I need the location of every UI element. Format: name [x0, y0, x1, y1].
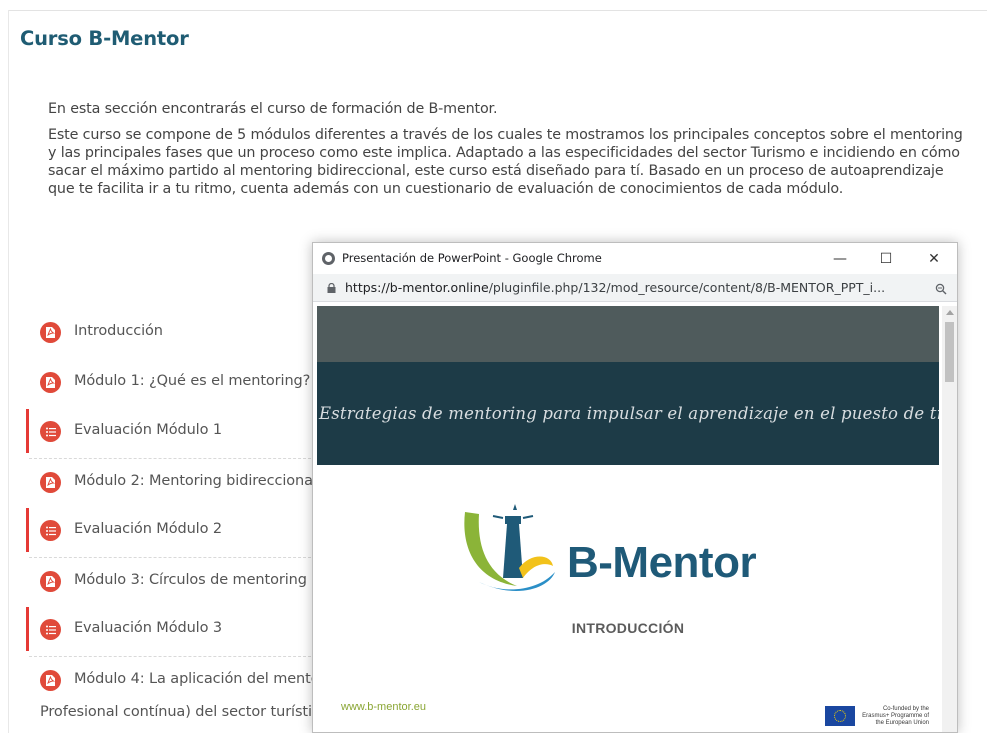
activity-divider — [29, 458, 316, 459]
chrome-popup-window[interactable]: Presentación de PowerPoint - Google Chro… — [312, 242, 958, 733]
section-left-border — [8, 10, 9, 733]
logo-wordmark: B-Mentor — [567, 538, 757, 587]
section-top-border — [8, 10, 987, 11]
address-bar[interactable]: https://b-mentor.online/pluginfile.php/1… — [313, 274, 957, 302]
window-title: Presentación de PowerPoint - Google Chro… — [342, 251, 602, 265]
pdf-icon — [40, 670, 61, 691]
pdf-icon — [40, 372, 61, 393]
slide-footer-url: www.b-mentor.eu — [341, 701, 426, 713]
activity-divider — [29, 656, 316, 657]
quiz-icon — [40, 520, 61, 541]
course-page: Curso B-Mentor En esta sección encontrar… — [0, 0, 987, 733]
chrome-icon — [322, 252, 335, 265]
lighthouse-logo-icon — [464, 504, 555, 591]
slide-subtitle: Estrategias de mentoring para impulsar e… — [319, 404, 939, 423]
activity-link[interactable]: Módulo 1: ¿Qué es el mentoring? — [74, 373, 310, 389]
activity-link[interactable]: Introducción — [74, 323, 163, 339]
section-summary: En esta sección encontrarás el curso de … — [48, 100, 968, 206]
pdf-icon — [40, 322, 61, 343]
vertical-scrollbar[interactable] — [942, 306, 957, 732]
url-host: https://b-mentor.online — [345, 280, 489, 295]
section-title: Curso B-Mentor — [20, 27, 189, 50]
url-text[interactable]: https://b-mentor.online/pluginfile.php/1… — [345, 280, 915, 295]
activity-link[interactable]: Evaluación Módulo 3 — [74, 620, 222, 636]
eu-cofunding-logo: Co-funded by the Erasmus+ Programme of t… — [825, 706, 929, 730]
summary-paragraph-1: En esta sección encontrarás el curso de … — [48, 101, 498, 117]
activity-link[interactable]: Módulo 4: La aplicación del mentoring — [74, 671, 348, 687]
eu-cofunding-text: Co-funded by the Erasmus+ Programme of t… — [862, 706, 929, 726]
document-viewport[interactable]: Estrategias de mentoring para impulsar e… — [317, 306, 939, 732]
lock-icon — [327, 283, 336, 293]
close-button[interactable]: ✕ — [911, 243, 957, 274]
activity-link[interactable]: Evaluación Módulo 1 — [74, 422, 222, 438]
activity-divider — [29, 557, 316, 558]
activity-evaluacion-1[interactable]: Evaluación Módulo 1 — [26, 409, 316, 459]
eu-flag-icon — [825, 706, 855, 726]
activity-introduccion[interactable]: Introducción — [26, 310, 316, 354]
activity-modulo-2[interactable]: Módulo 2: Mentoring bidireccional — [26, 460, 317, 504]
activity-label-continuation[interactable]: Profesional contínua) del sector turísti… — [40, 704, 329, 720]
b-mentor-logo: B-Mentor — [457, 502, 857, 602]
activity-link[interactable]: Módulo 3: Círculos de mentoring — [74, 572, 307, 588]
summary-paragraph-2: Este curso se compone de 5 módulos difer… — [48, 127, 963, 197]
activity-evaluacion-2[interactable]: Evaluación Módulo 2 — [26, 508, 316, 558]
quiz-icon — [40, 421, 61, 442]
window-titlebar[interactable]: Presentación de PowerPoint - Google Chro… — [313, 243, 957, 274]
minimize-button[interactable]: — — [817, 243, 863, 274]
slide-header-strip — [317, 306, 939, 362]
url-path: /pluginfile.php/132/mod_resource/content… — [488, 280, 886, 295]
maximize-button[interactable]: ☐ — [863, 243, 909, 274]
slide-heading: INTRODUCCIÓN — [571, 620, 685, 636]
activity-modulo-3[interactable]: Módulo 3: Círculos de mentoring — [26, 559, 316, 603]
activity-link[interactable]: Evaluación Módulo 2 — [74, 521, 222, 537]
quiz-icon — [40, 619, 61, 640]
scroll-up-arrow-icon[interactable] — [946, 310, 954, 315]
scroll-thumb[interactable] — [945, 322, 954, 382]
activity-link[interactable]: Módulo 2: Mentoring bidireccional — [74, 473, 317, 489]
zoom-icon[interactable] — [935, 283, 947, 295]
activity-modulo-1[interactable]: Módulo 1: ¿Qué es el mentoring? — [26, 360, 316, 404]
activity-modulo-4[interactable]: Módulo 4: La aplicación del mentoring — [26, 658, 348, 702]
pdf-icon — [40, 472, 61, 493]
activity-evaluacion-3[interactable]: Evaluación Módulo 3 — [26, 607, 316, 657]
pdf-icon — [40, 571, 61, 592]
